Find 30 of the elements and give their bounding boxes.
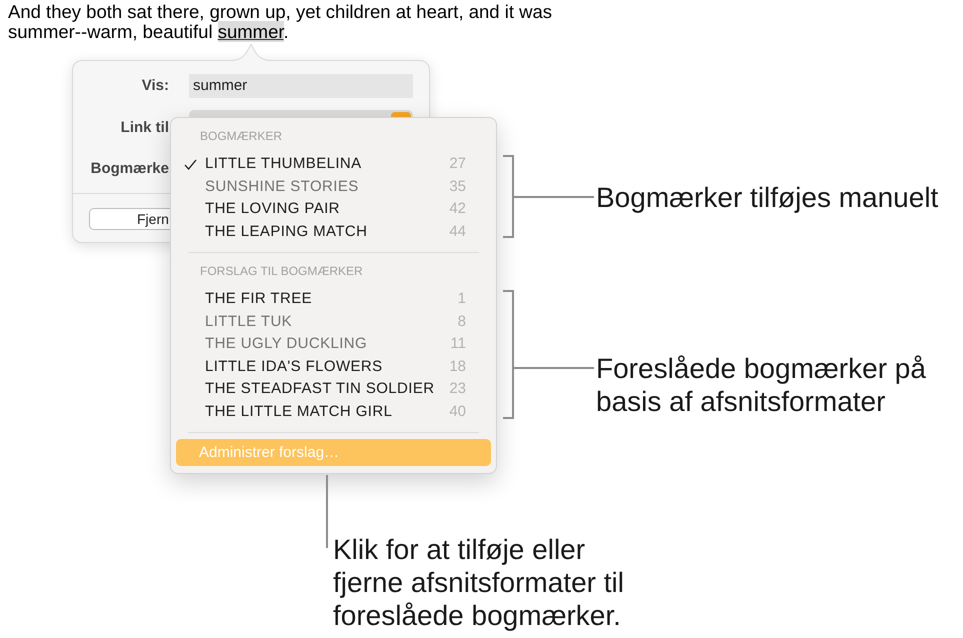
menu-item[interactable]: THE STEADFAST TIN SOLDIER 23 [171,378,496,400]
page-number: 35 [449,176,466,196]
page-number: 42 [449,199,466,219]
menu-item[interactable]: LITTLE THUMBELINA 27 [171,153,496,176]
menu-item[interactable]: LITTLE IDA'S FLOWERS 18 [171,356,496,378]
page-number: 18 [449,356,466,376]
menu-item[interactable]: THE FIR TREE 1 [171,288,496,310]
page-number: 8 [458,312,466,332]
field-label: Link til [120,118,169,138]
callout-text: Klik for at tilføje eller fjerne afsnitsformater til foreslåede bogmærker. [333,532,625,632]
page-number: 23 [449,379,466,399]
page-number: 11 [450,334,466,354]
section-heading: FORSLAG TIL BOGMÆRKER [200,263,363,279]
menu-item[interactable]: SUNSHINE STORIES 35 [171,176,496,198]
callout-text: Foreslåede bogmærker på basis af afsnitsformater [596,352,927,418]
menu-item[interactable]: THE LITTLE MATCH GIRL 40 [171,400,496,423]
page-number: 1 [458,289,466,309]
selected-word: summer [218,21,284,42]
body-paragraph: And they both sat there, grown up, yet children at heart, and it was summer--warm, beautiful summer. [7,0,554,42]
text-field[interactable]: summer [189,74,413,98]
checkmark-icon [184,158,197,170]
page-number: 40 [449,402,466,422]
page-number: 27 [449,154,466,174]
page-number: 44 [449,222,466,242]
menu-item[interactable]: LITTLE TUK 8 [171,310,496,333]
section-heading: BOGMÆRKER [200,128,282,144]
field-label: Vis: [140,76,169,96]
callout-text: Bogmærker tilføjes manuelt [596,180,940,214]
menu-item[interactable]: THE UGLY DUCKLING 11 [171,333,496,356]
field-label: Bogmærke [90,159,169,179]
